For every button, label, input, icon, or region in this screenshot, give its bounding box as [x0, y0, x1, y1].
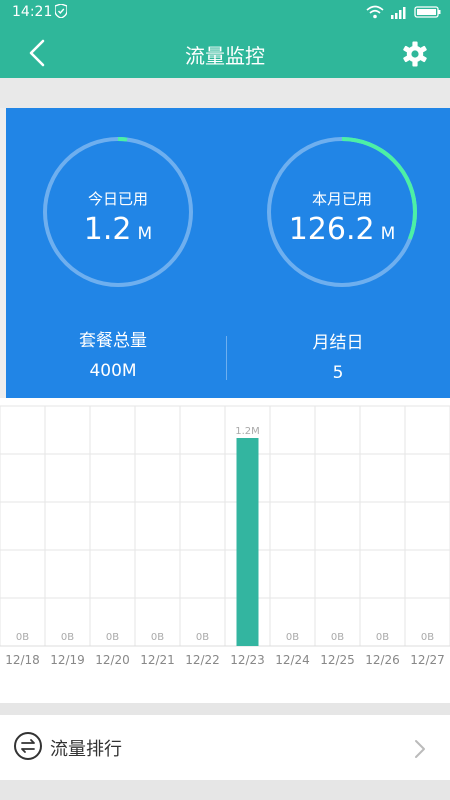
month-usage-number: 126.2 [288, 212, 375, 247]
signal-icon [391, 7, 406, 19]
today-usage-ring: 今日已用 1.2 M [38, 132, 198, 292]
data-label-12/25: 0B [331, 632, 344, 643]
spacer-strip [0, 78, 450, 108]
gear-icon[interactable] [402, 41, 428, 67]
app-bar: 流量监控 [0, 28, 450, 78]
billing-day-stat: 月结日 5 [238, 328, 438, 383]
today-usage-value: 1.2 M [38, 212, 198, 247]
data-label-12/20: 0B [106, 632, 119, 643]
swap-icon [14, 732, 42, 760]
stat-divider [226, 336, 227, 380]
tick-label-12/27: 12/27 [410, 653, 445, 667]
month-usage-value: 126.2 M [262, 212, 422, 247]
tick-label-12/18: 12/18 [5, 653, 40, 667]
data-label-12/24: 0B [286, 632, 299, 643]
data-label-12/19: 0B [61, 632, 74, 643]
today-usage-label: 今日已用 [87, 190, 148, 208]
data-label-12/21: 0B [151, 632, 164, 643]
month-usage-label: 本月已用 [311, 190, 372, 208]
tick-label-12/21: 12/21 [140, 653, 175, 667]
usage-summary-panel: 今日已用 1.2 M 本月已用 126.2 M 套餐总量 400M 月结日 5 [6, 108, 450, 398]
plan-total-stat: 套餐总量 400M [13, 326, 213, 381]
daily-usage-chart[interactable]: 0B 12/18 0B 12/19 0B 12/20 0B 12/21 0B 12/22 1.2M 1… [0, 398, 450, 703]
spacer-strip-2 [0, 703, 450, 715]
plan-total-value: 400M [89, 361, 137, 381]
tick-label-12/20: 12/20 [95, 653, 130, 667]
data-label-12/26: 0B [376, 632, 389, 643]
bar-12/23 [236, 438, 259, 646]
month-usage-unit: M [380, 224, 396, 244]
tick-label-12/19: 12/19 [50, 653, 85, 667]
wifi-icon [366, 5, 384, 19]
shield-icon [55, 4, 67, 18]
today-usage-unit: M [137, 224, 153, 244]
data-label-12/18: 0B [16, 632, 29, 643]
traffic-ranking-label: 流量排行 [50, 739, 122, 760]
month-usage-ring: 本月已用 126.2 M [262, 132, 422, 292]
data-label-12/23: 1.2M [235, 426, 260, 437]
bottom-strip [0, 780, 450, 800]
status-time: 14:21 [12, 4, 53, 20]
data-label-12/22: 0B [196, 632, 209, 643]
today-usage-number: 1.2 [83, 212, 132, 247]
tick-label-12/23: 12/23 [230, 653, 265, 667]
traffic-ranking-row[interactable]: 流量排行 [0, 715, 450, 780]
billing-day-label: 月结日 [312, 333, 364, 353]
status-bar: 14:21 [0, 0, 450, 28]
billing-day-value: 5 [332, 363, 344, 383]
battery-icon [414, 6, 441, 18]
plan-total-label: 套餐总量 [79, 331, 147, 351]
tick-label-12/24: 12/24 [275, 653, 310, 667]
tick-label-12/26: 12/26 [365, 653, 400, 667]
data-label-12/27: 0B [421, 632, 434, 643]
page-title: 流量监控 [185, 44, 265, 68]
daily-usage-chart-svg: 0B 12/18 0B 12/19 0B 12/20 0B 12/21 0B 12/22 1.2M 1… [0, 405, 450, 667]
tick-label-12/25: 12/25 [320, 653, 355, 667]
tick-label-12/22: 12/22 [185, 653, 220, 667]
chevron-right-icon [415, 740, 425, 758]
